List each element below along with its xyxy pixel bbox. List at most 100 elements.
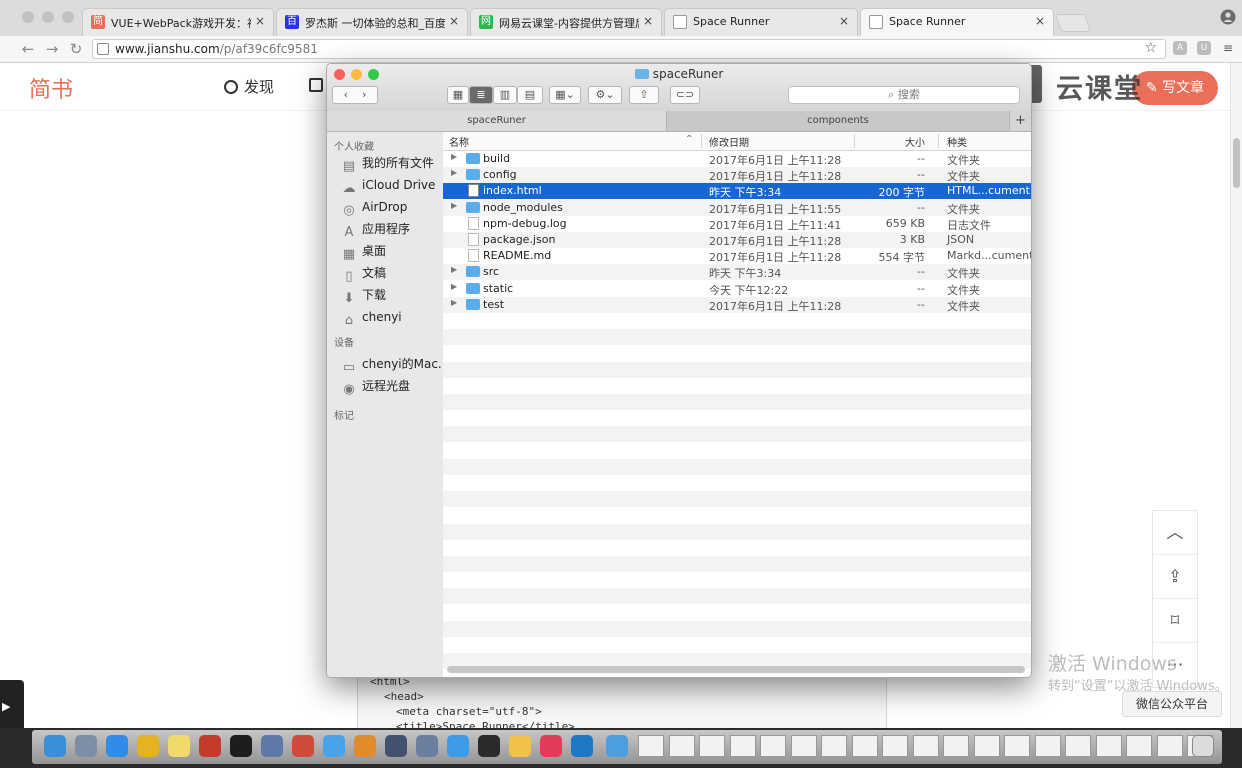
dock-window-thumbnail[interactable] bbox=[1004, 735, 1030, 757]
chrome-menu-icon[interactable]: ≡ bbox=[1221, 41, 1235, 55]
browser-tab-2[interactable]: 百 罗杰斯 一切体验的总和_百度搜 × bbox=[276, 8, 468, 36]
dock-window-thumbnail[interactable] bbox=[1065, 735, 1091, 757]
jianshu-logo[interactable]: 简书 bbox=[29, 72, 73, 104]
dock-window-thumbnail[interactable] bbox=[668, 735, 695, 757]
column-size[interactable]: 大小 bbox=[905, 134, 925, 149]
finder-tab-spaceruner[interactable]: spaceRuner bbox=[327, 111, 667, 131]
dock-app-icon[interactable] bbox=[230, 735, 252, 757]
column-kind[interactable]: 种类 bbox=[947, 134, 967, 149]
horizontal-scrollbar[interactable] bbox=[447, 666, 1025, 673]
sidebar-item-home[interactable]: ⌂ chenyi bbox=[341, 307, 402, 328]
dock-window-thumbnail[interactable] bbox=[1126, 735, 1152, 757]
icon-view-button[interactable]: ▦ bbox=[447, 86, 469, 104]
extension-a-icon[interactable]: A bbox=[1173, 41, 1187, 55]
dock-app-icon[interactable] bbox=[106, 735, 128, 757]
file-row-9[interactable]: ▶ test 2017年6月1日 上午11:28 -- 文件夹 bbox=[443, 297, 1031, 313]
dock-window-thumbnail[interactable] bbox=[790, 735, 817, 757]
dock-window-thumbnail[interactable] bbox=[1034, 735, 1061, 757]
coverflow-view-button[interactable]: ▤ bbox=[517, 86, 543, 104]
tab-close-icon[interactable]: × bbox=[839, 14, 849, 28]
column-name[interactable]: 名称 bbox=[449, 134, 469, 149]
share-upload-button[interactable]: ⇪ bbox=[1153, 555, 1197, 599]
sidebar-item-icloud[interactable]: ☁ iCloud Drive bbox=[341, 175, 436, 196]
browser-tab-1[interactable]: 简 VUE+WebPack游戏开发：神庙 × bbox=[82, 8, 274, 36]
sidebar-item-documents[interactable]: ▯ 文稿 bbox=[341, 263, 386, 284]
dock-app-icon[interactable] bbox=[168, 735, 190, 757]
bookmark-star-icon[interactable]: ☆ bbox=[1144, 40, 1157, 56]
disclosure-triangle-icon[interactable]: ▶ bbox=[451, 201, 457, 210]
sidebar-item-airdrop[interactable]: ◎ AirDrop bbox=[341, 197, 407, 218]
file-row-4[interactable]: npm-debug.log 2017年6月1日 上午11:41 659 KB 日志文件 bbox=[443, 216, 1031, 232]
browser-tab-3[interactable]: 网 网易云课堂-内容提供方管理后台 × bbox=[470, 8, 662, 36]
disclosure-triangle-icon[interactable]: ▶ bbox=[451, 282, 457, 291]
back-forward-buttons[interactable]: ‹ › bbox=[332, 86, 378, 104]
window-minimize-button[interactable] bbox=[42, 11, 54, 23]
dock-window-thumbnail[interactable] bbox=[699, 735, 725, 757]
bookmark-button[interactable]: ⌑ bbox=[1153, 599, 1197, 643]
share-icon[interactable]: ⇧ bbox=[629, 86, 659, 104]
file-row-3[interactable]: ▶ node_modules 2017年6月1日 上午11:55 -- 文件夹 bbox=[443, 200, 1031, 216]
dock-app-icon[interactable] bbox=[540, 735, 562, 757]
dock-app-icon[interactable] bbox=[199, 735, 221, 757]
dock-app-icon[interactable] bbox=[75, 735, 97, 757]
file-row-0[interactable]: ▶ build 2017年6月1日 上午11:28 -- 文件夹 bbox=[443, 151, 1031, 167]
window-zoom-button[interactable] bbox=[62, 11, 74, 23]
dock-window-thumbnail[interactable] bbox=[1156, 735, 1183, 757]
sidebar-item-remote-disc[interactable]: ◉ 远程光盘 bbox=[341, 376, 410, 397]
tab-close-icon[interactable]: × bbox=[255, 14, 265, 28]
browser-tab-5[interactable]: Space Runner × bbox=[860, 8, 1054, 36]
dock-window-thumbnail[interactable] bbox=[882, 735, 908, 757]
file-row-8[interactable]: ▶ static 今天 下午12:22 -- 文件夹 bbox=[443, 281, 1031, 297]
dock-app-icon[interactable] bbox=[478, 735, 500, 757]
reload-button[interactable]: ↻ bbox=[66, 39, 86, 59]
browser-tab-4[interactable]: Space Runner × bbox=[664, 8, 858, 36]
dock-app-icon[interactable] bbox=[137, 735, 159, 757]
action-gear-button[interactable]: ⚙⌄ bbox=[588, 86, 622, 104]
dock-window-thumbnail[interactable] bbox=[973, 735, 1000, 757]
disclosure-triangle-icon[interactable]: ▶ bbox=[451, 168, 457, 177]
trash-icon[interactable] bbox=[1192, 735, 1214, 757]
dock-app-icon[interactable] bbox=[261, 735, 283, 757]
disclosure-triangle-icon[interactable]: ▶ bbox=[451, 152, 457, 161]
dock-window-thumbnail[interactable] bbox=[729, 735, 756, 757]
disclosure-triangle-icon[interactable]: ▶ bbox=[451, 265, 457, 274]
dock-window-thumbnail[interactable] bbox=[912, 735, 939, 757]
list-view-button[interactable]: ≣ bbox=[469, 86, 493, 104]
page-info-icon[interactable] bbox=[97, 43, 109, 55]
dock-app-icon[interactable] bbox=[323, 735, 345, 757]
file-row-1[interactable]: ▶ config 2017年6月1日 上午11:28 -- 文件夹 bbox=[443, 167, 1031, 183]
dock-folder-icon[interactable] bbox=[606, 735, 628, 757]
dock-app-icon[interactable] bbox=[354, 735, 376, 757]
extension-u-icon[interactable]: U bbox=[1197, 41, 1211, 55]
tab-close-icon[interactable]: × bbox=[449, 14, 459, 28]
new-tab-button[interactable] bbox=[1054, 14, 1092, 32]
sidebar-item-applications[interactable]: A 应用程序 bbox=[341, 219, 410, 240]
back-button[interactable]: ← bbox=[18, 39, 38, 59]
dock-app-icon[interactable] bbox=[571, 735, 593, 757]
dock-app-icon[interactable] bbox=[385, 735, 407, 757]
file-row-7[interactable]: ▶ src 昨天 下午3:34 -- 文件夹 bbox=[443, 264, 1031, 280]
sidebar-item-all-files[interactable]: ▤ 我的所有文件 bbox=[341, 153, 434, 174]
address-bar[interactable]: www.jianshu.com/p/af39c6fc9581 ☆ bbox=[92, 39, 1166, 59]
dock-window-thumbnail[interactable] bbox=[851, 735, 878, 757]
dock-app-icon[interactable] bbox=[416, 735, 438, 757]
dock-app-icon[interactable] bbox=[447, 735, 469, 757]
tag-icon[interactable]: ⊂⊃ bbox=[670, 86, 700, 104]
sidebar-item-mac[interactable]: ▭ chenyi的Mac... bbox=[341, 354, 450, 375]
disclosure-triangle-icon[interactable]: ▶ bbox=[451, 298, 457, 307]
dock-window-thumbnail[interactable] bbox=[638, 735, 664, 757]
profile-icon[interactable] bbox=[1220, 9, 1236, 25]
sidebar-item-desktop[interactable]: ▦ 桌面 bbox=[341, 241, 386, 262]
dock-window-thumbnail[interactable] bbox=[1095, 735, 1122, 757]
dock-window-thumbnail[interactable] bbox=[943, 735, 969, 757]
window-close-button[interactable] bbox=[22, 11, 34, 23]
file-row-6[interactable]: README.md 2017年6月1日 上午11:28 554 字节 Markd...… bbox=[443, 248, 1031, 264]
back-to-top-button[interactable]: ︿ bbox=[1153, 511, 1197, 555]
dock-window-thumbnail[interactable] bbox=[821, 735, 847, 757]
file-row-5[interactable]: package.json 2017年6月1日 上午11:28 3 KB JSON bbox=[443, 232, 1031, 248]
file-row-2[interactable]: index.html 昨天 下午3:34 200 字节 HTML...cument bbox=[443, 183, 1031, 199]
finder-search-input[interactable]: ⌕ 搜索 bbox=[788, 86, 1020, 104]
sidebar-item-downloads[interactable]: ⬇ 下载 bbox=[341, 285, 386, 306]
finder-tab-components[interactable]: components bbox=[667, 111, 1009, 131]
dock-app-icon[interactable] bbox=[292, 735, 314, 757]
